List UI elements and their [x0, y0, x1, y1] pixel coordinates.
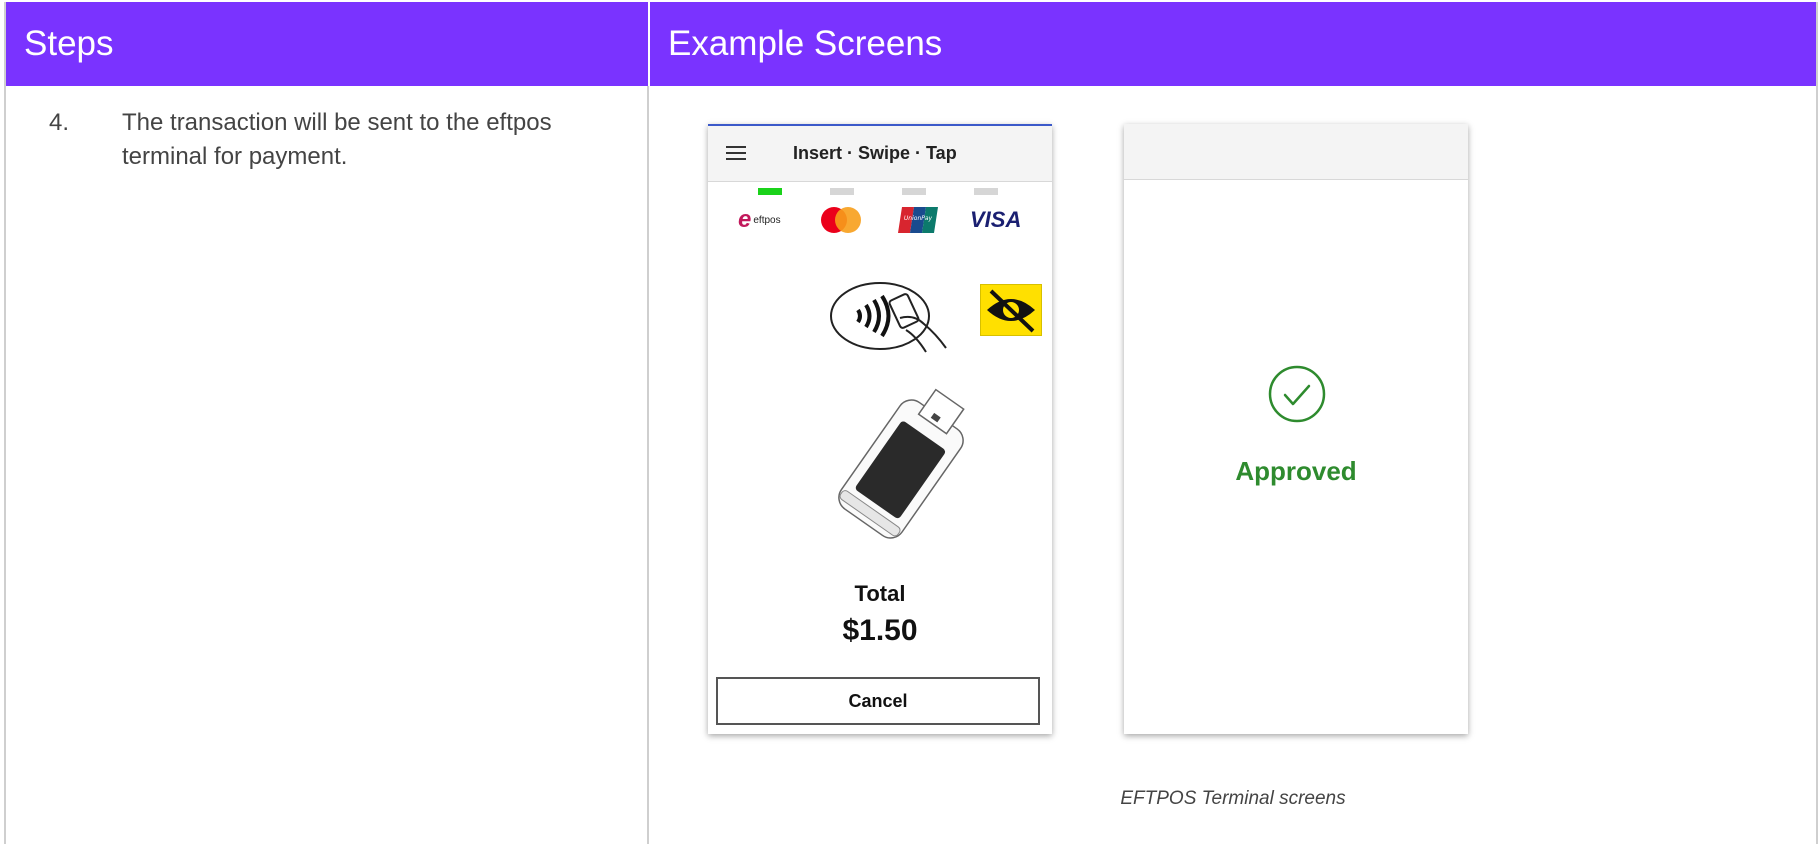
table-header-row: Steps Example Screens — [6, 2, 1816, 86]
header-steps: Steps — [24, 24, 114, 63]
total-label: Total — [854, 581, 906, 606]
card-indicator — [830, 188, 854, 195]
check-circle-icon — [1267, 364, 1327, 429]
card-brand-logos: e eftpos UnionPay VISA — [708, 204, 1052, 244]
hamburger-menu-icon[interactable] — [726, 146, 746, 160]
screen-header: Insert · Swipe · Tap — [708, 126, 1052, 182]
card-indicator — [902, 188, 926, 195]
eftpos-logo: e eftpos — [738, 206, 781, 233]
mastercard-logo — [818, 204, 864, 236]
eftpos-logo-text: eftpos — [753, 214, 781, 226]
header-example-screens: Example Screens — [668, 24, 943, 63]
screens-caption: EFTPOS Terminal screens — [1120, 788, 1346, 809]
total-amount: $1.50 — [842, 614, 918, 647]
terminal-screen-payment: Insert · Swipe · Tap e eftpos UnionPay VI… — [708, 124, 1052, 734]
card-indicator — [974, 188, 998, 195]
approved-status: Approved — [1235, 456, 1357, 486]
card-indicator-active — [758, 188, 782, 195]
steps-table: Steps Example Screens 4. The transaction… — [4, 2, 1818, 844]
terminal-screen-approved: Approved — [1124, 124, 1468, 734]
visa-logo: VISA — [970, 207, 1022, 232]
unionpay-logo: UnionPay — [896, 204, 940, 236]
step-number: 4. — [49, 109, 70, 136]
contactless-tap-icon — [828, 278, 950, 359]
accessibility-eye-icon — [980, 284, 1042, 336]
unionpay-logo-text: UnionPay — [904, 215, 933, 222]
screen-header — [1124, 124, 1468, 180]
column-divider — [647, 86, 649, 844]
screen-title: Insert · Swipe · Tap — [793, 143, 957, 163]
cancel-button[interactable]: Cancel — [716, 677, 1040, 725]
step-description: The transaction will be sent to the eftp… — [122, 109, 552, 170]
payment-terminal-icon — [826, 374, 976, 559]
